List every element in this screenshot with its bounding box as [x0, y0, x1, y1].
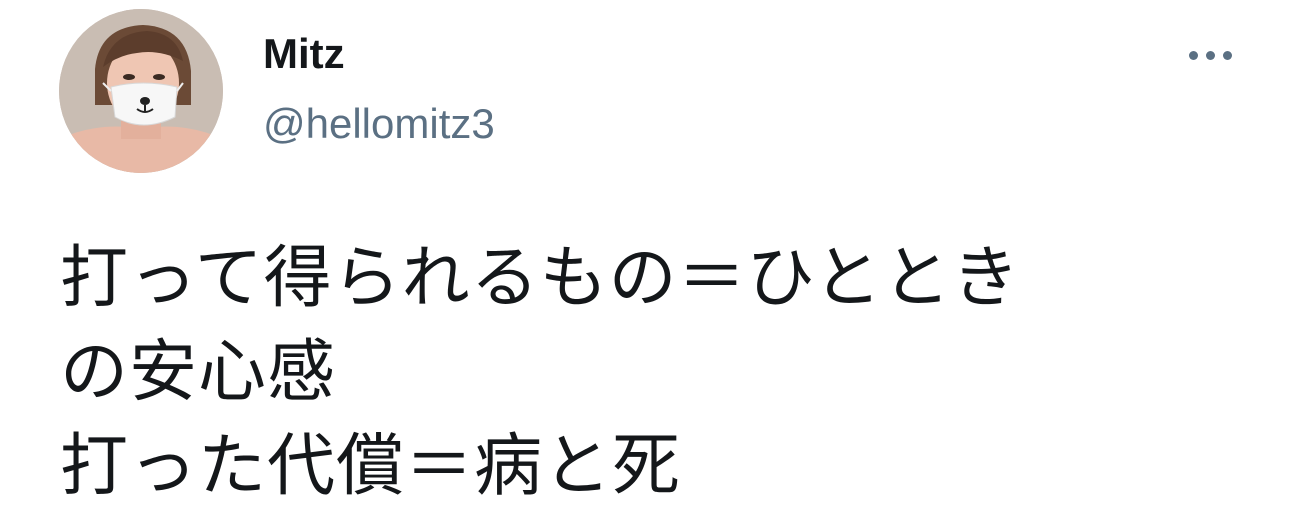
tweet-text-line: 打って得られるもの＝ひととき	[60, 239, 1021, 318]
tweet-text-line: の安心感	[60, 333, 337, 412]
more-horizontal-icon	[1188, 50, 1198, 60]
author-name[interactable]: Mitz	[263, 30, 345, 78]
tweet-text: 打って得られるもの＝ひととき の安心感 打った代償＝病と死	[60, 232, 1240, 514]
avatar[interactable]	[59, 9, 223, 173]
author-handle[interactable]: @hellomitz3	[263, 100, 495, 148]
tweet-text-line: 打った代償＝病と死	[60, 427, 682, 506]
more-horizontal-icon-dot	[1205, 50, 1215, 60]
tweet-card: Mitz @hellomitz3 打って得られるもの＝ひととき の安心感 打った…	[0, 0, 1298, 506]
more-options-button[interactable]	[1180, 40, 1240, 70]
more-horizontal-icon-dot	[1222, 50, 1232, 60]
